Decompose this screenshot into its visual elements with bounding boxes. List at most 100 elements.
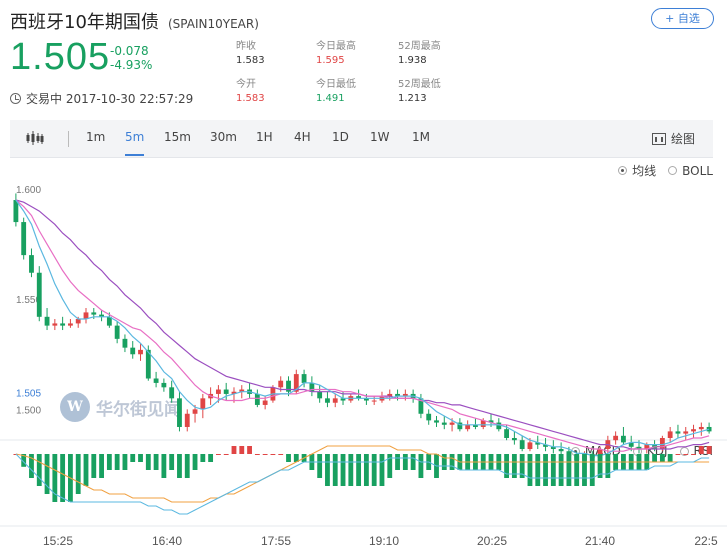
macd-bar [582,454,587,486]
candle-body [449,422,455,425]
macd-bar [418,454,424,478]
period-30m[interactable]: 30m [210,130,237,144]
trade-status: 交易中 2017-10-30 22:57:29 [10,90,193,107]
candle-body [60,323,66,326]
macd-bar [60,454,66,502]
candle-body [36,272,42,317]
candle-body [683,431,689,434]
stat-open: 今开 1.583 [236,78,265,106]
macd-bar [114,454,120,470]
macd-bar [184,454,190,478]
current-price: 1.505 [10,36,111,78]
macd-bar [574,454,580,486]
candle-body [153,378,159,383]
candle-body [254,393,260,405]
candle-body [519,440,525,450]
macd-bar [169,454,175,470]
ma-long-line [15,199,710,450]
stat-label: 今日最低 [316,79,356,90]
macd-bar [286,454,291,462]
candle-body [698,426,704,430]
stat-value: 1.595 [316,55,345,66]
stat-value: 1.491 [316,93,345,104]
macd-bar [706,446,712,454]
ma-short-line [15,199,710,457]
period-4h[interactable]: 4H [294,130,311,144]
candle-body [691,429,696,432]
period-1w[interactable]: 1W [370,130,390,144]
macd-bar [239,446,245,454]
macd-bar [340,454,346,486]
macd-bar [371,454,377,486]
candle-body [511,438,517,441]
candle-body [317,391,323,399]
period-1d[interactable]: 1D [332,130,349,144]
candle-body [184,413,190,427]
candle-body [130,347,136,355]
x-tick-label: 15:25 [43,534,73,548]
candle-body [667,431,673,438]
macd-bar [161,454,167,478]
price-chart[interactable]: 1.6001.5501.5001.50515:25 16:40 17:55 19:10… [0,160,727,555]
macd-bar [192,454,198,470]
macd-bar [145,454,151,470]
macd-bar [215,454,221,455]
macd-bar [363,454,369,486]
candle-body [371,400,377,402]
draw-button[interactable]: 绘图 [651,130,695,147]
y-tick-label: 1.500 [16,405,41,416]
macd-bar [130,454,136,462]
candle-body [675,431,681,434]
macd-bar [75,454,81,494]
stat-52w-low: 52周最低 1.213 [398,78,441,106]
macd-bar [410,454,416,470]
instrument-code: (SPAIN10YEAR) [168,17,259,31]
ma-mid-line [15,199,710,452]
macd-bar [177,454,182,478]
macd-bar [527,454,533,486]
candle-body [29,255,34,273]
macd-bar [83,454,89,486]
macd-bar [317,454,323,478]
macd-bar [691,454,696,455]
candle-body [200,398,206,410]
stat-value: 1.213 [398,93,427,104]
candle-body [169,387,175,399]
macd-bar [667,454,673,462]
x-tick-label: 17:55 [261,534,291,548]
stat-day-low: 今日最低 1.491 [316,78,356,106]
add-watchlist-button[interactable]: + 自选 [651,8,714,29]
macd-bar [402,454,408,470]
period-5m[interactable]: 5m [125,130,145,156]
price-change-pct: -4.93% [110,58,153,72]
macd-bar [441,454,447,470]
candle-body [192,409,198,414]
macd-bar [254,454,260,455]
candle-body [215,389,221,394]
macd-bar [558,454,564,486]
macd-bar [675,454,681,455]
stat-value: 1.583 [236,55,265,66]
macd-bar [99,454,104,478]
macd-bar [550,454,556,486]
macd-bar [200,454,206,462]
macd-bar [36,454,42,486]
trade-status-text: 交易中 2017-10-30 22:57:29 [26,92,194,106]
macd-bar [278,454,284,455]
macd-bar [332,454,338,486]
period-15m[interactable]: 15m [164,130,191,144]
candle-body [301,374,307,383]
candlestick-type-icon[interactable] [26,131,44,145]
candle-body [52,323,58,326]
x-tick-label: 22:5 [694,534,718,548]
period-1m[interactable]: 1m [86,130,105,144]
candle-body [504,429,510,438]
period-1h[interactable]: 1H [256,130,273,144]
period-1mo[interactable]: 1M [412,130,430,144]
stat-value: 1.583 [236,93,265,104]
macd-bar [122,454,128,470]
macd-bar [208,454,214,462]
instrument-title: 西班牙10年期国债 (SPAIN10YEAR) [10,8,259,34]
candle-body [75,319,81,324]
stat-label: 52周最高 [398,41,441,52]
